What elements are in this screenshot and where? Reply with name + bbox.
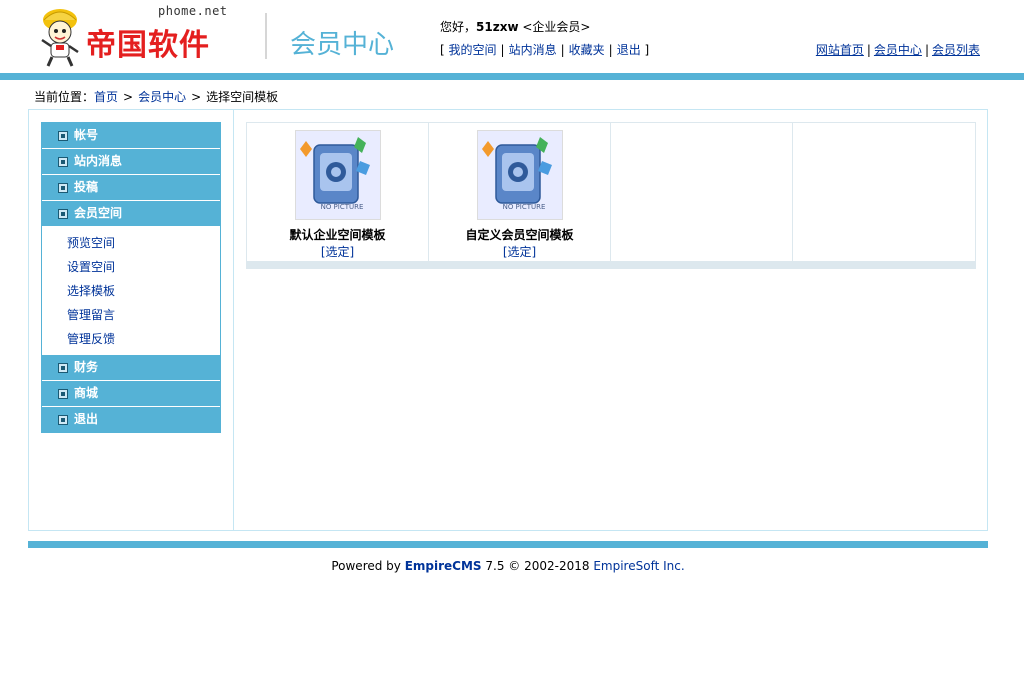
bracket-open: [ — [440, 43, 449, 57]
nav-member-center-link[interactable]: 会员中心 — [874, 43, 922, 57]
separator: | — [560, 43, 565, 57]
template-cell: NO PICTURE 默认企业空间模板 [选定] — [247, 123, 429, 261]
submenu-manage-feedback[interactable]: 管理反馈 — [42, 327, 220, 351]
template-cell: NO PICTURE 自定义会员空间模板 [选定] — [429, 123, 611, 261]
thumb-caption: NO PICTURE — [503, 203, 546, 211]
separator: | — [500, 43, 505, 57]
footer-powered: Powered by — [331, 559, 405, 573]
menu-bullet-icon — [58, 415, 68, 425]
site-logo[interactable]: phome.net 帝国软件 — [36, 4, 236, 70]
nav-member-list-link[interactable]: 会员列表 — [932, 43, 980, 57]
menu-section-label: 帐号 — [74, 128, 99, 142]
menu-section-logout[interactable]: 退出 — [42, 407, 220, 432]
menu-section-submit[interactable]: 投稿 — [42, 175, 220, 201]
submenu-choose-template[interactable]: 选择模板 — [42, 279, 220, 303]
bracket-close: ] — [644, 43, 650, 57]
select-template-button[interactable]: [选定] — [503, 245, 536, 259]
template-content: NO PICTURE 默认企业空间模板 [选定] NO PICTURE 自定义会… — [246, 122, 976, 269]
menu-section-label: 投稿 — [74, 180, 99, 194]
site-domain: phome.net — [158, 4, 228, 18]
footer-company-link[interactable]: EmpireSoft Inc. — [593, 559, 684, 573]
breadcrumb-home[interactable]: 首页 — [94, 90, 118, 104]
template-thumbnail[interactable]: NO PICTURE — [477, 130, 563, 220]
menu-bullet-icon — [58, 363, 68, 373]
greeting-prefix: 您好， — [440, 20, 477, 34]
select-template-button[interactable]: [选定] — [321, 245, 354, 259]
submenu-preview-space[interactable]: 预览空间 — [42, 231, 220, 255]
mascot-logo-icon — [41, 9, 79, 67]
breadcrumb-current: 选择空间模板 — [206, 90, 279, 104]
menu-section-label: 站内消息 — [74, 154, 123, 168]
breadcrumb-sep: > — [191, 90, 202, 104]
menu-bullet-icon — [58, 157, 68, 167]
footer-bar — [28, 541, 988, 548]
menu-section-label: 财务 — [74, 360, 99, 374]
breadcrumb-sep: > — [123, 90, 134, 104]
messages-link[interactable]: 站内消息 — [509, 43, 557, 57]
menu-section-label: 商城 — [74, 386, 99, 400]
footer: Powered by EmpireCMS 7.5 © 2002-2018 Emp… — [0, 559, 1016, 573]
template-name: 默认企业空间模板 — [289, 228, 386, 242]
top-nav: 网站首页 | 会员中心 | 会员列表 — [816, 41, 980, 58]
separator: | — [866, 43, 871, 57]
menu-section-member-space[interactable]: 会员空间 — [42, 201, 220, 227]
template-select-link[interactable]: [选定] — [247, 243, 428, 260]
member-center-title: 会员中心 — [290, 30, 395, 60]
main-panel: 帐号 站内消息 投稿 会员空间 预览空间 设置空间 选择模板 管理留言 管理反馈… — [28, 109, 988, 531]
breadcrumb-prefix: 当前位置： — [34, 90, 95, 104]
logout-link[interactable]: 退出 — [617, 43, 641, 57]
breadcrumb-member-center[interactable]: 会员中心 — [138, 90, 186, 104]
separator: | — [924, 43, 929, 57]
brand-name: 帝国软件 — [86, 28, 210, 63]
user-links: [ 我的空间 | 站内消息 | 收藏夹 | 退出 ] — [440, 41, 649, 58]
menu-section-label: 退出 — [74, 412, 99, 426]
user-group: <企业会员> — [522, 20, 591, 34]
submenu-settings-space[interactable]: 设置空间 — [42, 255, 220, 279]
sidebar: 帐号 站内消息 投稿 会员空间 预览空间 设置空间 选择模板 管理留言 管理反馈… — [29, 110, 234, 530]
template-cell-empty — [611, 123, 793, 261]
footer-product-link[interactable]: EmpireCMS — [405, 559, 482, 573]
template-grid-footer-bar — [246, 262, 976, 269]
template-thumbnail[interactable]: NO PICTURE — [295, 130, 381, 220]
nav-home-link[interactable]: 网站首页 — [816, 43, 864, 57]
template-cell-empty — [793, 123, 974, 261]
template-grid: NO PICTURE 默认企业空间模板 [选定] NO PICTURE 自定义会… — [246, 122, 976, 262]
menu-bullet-icon — [58, 389, 68, 399]
template-name: 自定义会员空间模板 — [465, 228, 574, 242]
menu-section-label: 会员空间 — [74, 206, 123, 220]
header-divider — [265, 13, 267, 59]
user-greeting: 您好，51zxw <企业会员> — [440, 18, 590, 35]
menu-bullet-icon — [58, 183, 68, 193]
menu-section-shop[interactable]: 商城 — [42, 381, 220, 407]
menu-section-account[interactable]: 帐号 — [42, 123, 220, 149]
username: 51zxw — [476, 20, 519, 34]
template-select-link[interactable]: [选定] — [429, 243, 610, 260]
breadcrumb: 当前位置：首页 > 会员中心 > 选择空间模板 — [34, 88, 278, 105]
sidebar-menu: 帐号 站内消息 投稿 会员空间 预览空间 设置空间 选择模板 管理留言 管理反馈… — [41, 122, 221, 433]
footer-version: 7.5 © 2002-2018 — [481, 559, 594, 573]
menu-bullet-icon — [58, 131, 68, 141]
no-picture-icon: NO PICTURE — [296, 131, 380, 219]
separator: | — [608, 43, 613, 57]
thumb-caption: NO PICTURE — [321, 203, 364, 211]
header-bar — [0, 73, 1024, 80]
menu-section-messages[interactable]: 站内消息 — [42, 149, 220, 175]
favorites-link[interactable]: 收藏夹 — [569, 43, 605, 57]
menu-section-finance[interactable]: 财务 — [42, 355, 220, 381]
submenu-manage-messages[interactable]: 管理留言 — [42, 303, 220, 327]
member-space-submenu: 预览空间 设置空间 选择模板 管理留言 管理反馈 — [42, 227, 220, 355]
menu-bullet-icon — [58, 209, 68, 219]
no-picture-icon: NO PICTURE — [478, 131, 562, 219]
my-space-link[interactable]: 我的空间 — [449, 43, 497, 57]
